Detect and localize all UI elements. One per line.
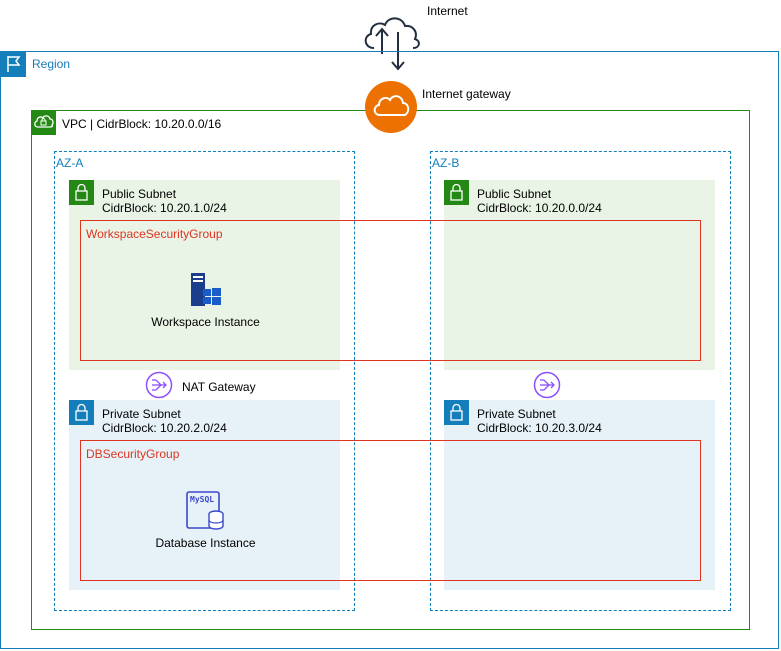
workspace-security-group (80, 220, 701, 361)
nat-gateway-b-icon (533, 371, 561, 399)
vpc-label: VPC | CidrBlock: 10.20.0.0/16 (62, 117, 222, 131)
internet-label: Internet (427, 4, 468, 18)
public-subnet-a-cidr: CidrBlock: 10.20.1.0/24 (102, 201, 227, 215)
public-subnet-b-cidr: CidrBlock: 10.20.0.0/24 (477, 201, 602, 215)
private-subnet-b-name: Private Subnet (477, 407, 556, 421)
region-label: Region (32, 57, 71, 71)
db-security-group (80, 440, 701, 581)
internet-gateway-label: Internet gateway (422, 87, 511, 101)
internet-gateway-icon (365, 81, 417, 133)
public-subnet-a-name: Public Subnet (102, 187, 177, 201)
region-flag-icon (0, 51, 26, 77)
private-subnet-a-lock-icon (69, 400, 94, 425)
db-security-group-label: DBSecurityGroup (86, 447, 180, 461)
private-subnet-a-name: Private Subnet (102, 407, 181, 421)
public-subnet-b-lock-icon (444, 180, 469, 205)
nat-gateway-a-icon (145, 371, 173, 399)
windows-server-icon (191, 273, 221, 306)
private-subnet-a-cidr: CidrBlock: 10.20.2.0/24 (102, 421, 227, 435)
nat-gateway-label: NAT Gateway (182, 380, 256, 394)
private-subnet-b-lock-icon (444, 400, 469, 425)
workspace-instance-label: Workspace Instance (151, 315, 260, 329)
vpc-cloud-lock-icon (31, 110, 56, 135)
az-a-label: AZ-A (56, 156, 84, 170)
mysql-database-icon: MySQL (186, 491, 226, 531)
workspace-security-group-label: WorkspaceSecurityGroup (86, 227, 223, 241)
az-b-label: AZ-B (432, 156, 460, 170)
private-subnet-b-cidr: CidrBlock: 10.20.3.0/24 (477, 421, 602, 435)
public-subnet-b-name: Public Subnet (477, 187, 552, 201)
database-instance-label: Database Instance (155, 536, 256, 550)
mysql-icon-text: MySQL (190, 495, 215, 504)
public-subnet-a-lock-icon (69, 180, 94, 205)
